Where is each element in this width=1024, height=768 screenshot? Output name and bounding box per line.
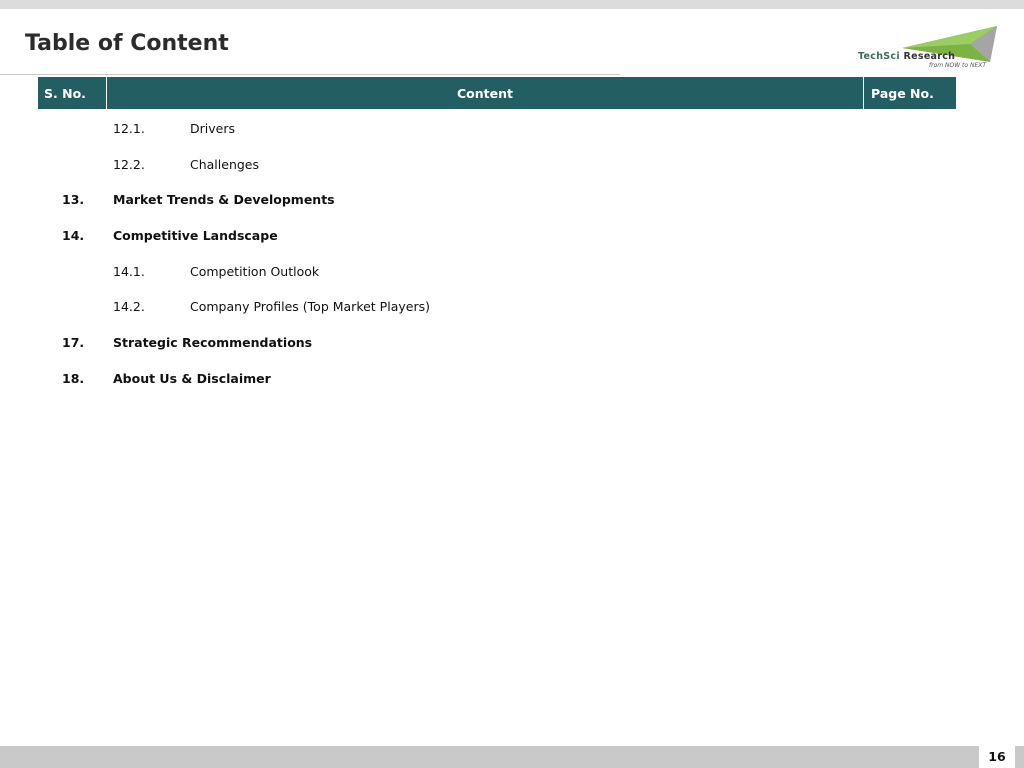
toc-row-label: Competition Outlook	[190, 263, 320, 279]
title-divider	[0, 74, 620, 75]
header-sno: S. No.	[44, 85, 86, 101]
toc-row-number: 13.	[62, 192, 85, 208]
toc-row-label: Market Trends & Developments	[113, 192, 335, 208]
logo-wordmark: TechSci Research	[858, 51, 955, 62]
logo-name-part1: TechSci	[858, 51, 900, 62]
logo-name-part2: Research	[903, 51, 956, 62]
toc-row-number: 14.1.	[113, 263, 145, 279]
toc-row: 14.2. Company Profiles (Top Market Playe…	[0, 288, 1024, 324]
toc-row-label: About Us & Disclaimer	[113, 370, 271, 386]
toc-list: 12.1. Drivers 12.2. Challenges 13. Marke…	[0, 110, 1024, 396]
toc-row: 18. About Us & Disclaimer	[0, 360, 1024, 396]
toc-row-label: Strategic Recommendations	[113, 335, 313, 351]
toc-row-label: Competitive Landscape	[113, 228, 278, 244]
toc-row-label: Challenges	[190, 156, 260, 172]
header-content: Content	[106, 77, 864, 109]
toc-row-number: 12.1.	[113, 121, 145, 136]
bottom-bar	[0, 746, 1024, 768]
toc-row: 12.2. Challenges	[0, 146, 1024, 182]
toc-row-number: 17.	[62, 335, 85, 351]
toc-row: 17. Strategic Recommendations	[0, 324, 1024, 360]
toc-row-number: 12.2.	[113, 156, 145, 172]
toc-row-number: 18.	[62, 370, 85, 386]
header-page-no: Page No.	[871, 85, 934, 101]
toc-row-number: 14.2.	[113, 299, 145, 315]
toc-row-label: Company Profiles (Top Market Players)	[190, 299, 430, 315]
top-bar	[0, 0, 1024, 9]
toc-row: 13. Market Trends & Developments	[0, 181, 1024, 217]
logo-tagline: from NOW to NEXT	[929, 62, 987, 69]
toc-row-number: 14.	[62, 228, 85, 244]
toc-row-label: Drivers	[190, 121, 235, 136]
toc-table-header: S. No. Content Page No.	[38, 77, 956, 109]
toc-row: 14.1. Competition Outlook	[0, 253, 1024, 289]
toc-row: 12.1. Drivers	[0, 110, 1024, 146]
toc-row: 14. Competitive Landscape	[0, 217, 1024, 253]
techsci-logo: TechSci Research from NOW to NEXT	[852, 22, 1002, 74]
page-title: Table of Content	[25, 31, 229, 56]
page-number: 16	[979, 744, 1015, 768]
